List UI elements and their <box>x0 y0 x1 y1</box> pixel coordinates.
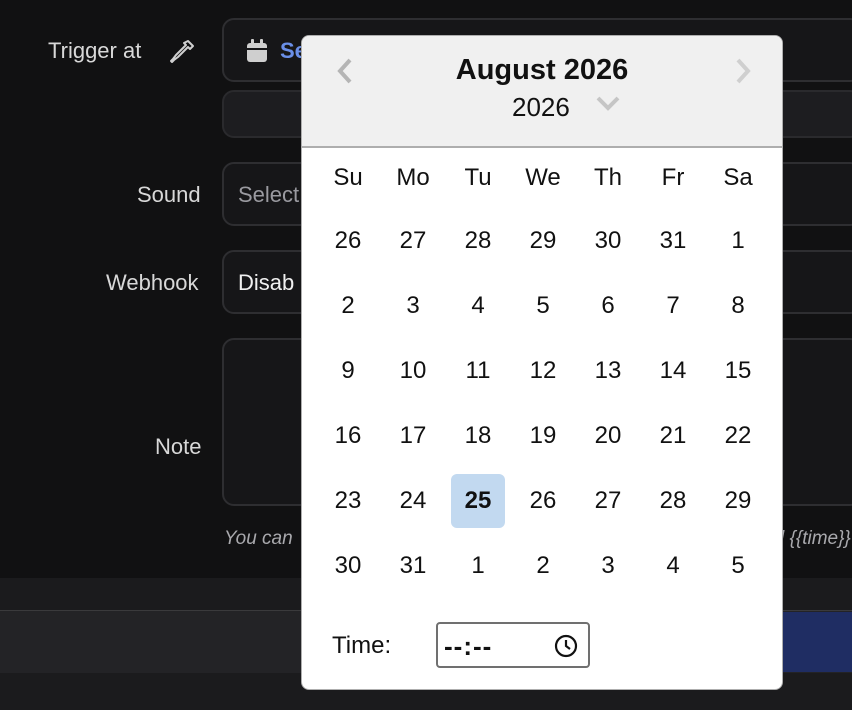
day-cell[interactable]: 15 <box>711 344 765 398</box>
day-cell[interactable]: 1 <box>711 214 765 268</box>
day-cell[interactable]: 1 <box>451 539 505 593</box>
day-cell[interactable]: 8 <box>711 279 765 333</box>
day-cell[interactable]: 29 <box>516 214 570 268</box>
day-cell[interactable]: 3 <box>581 539 635 593</box>
day-cell[interactable]: 2 <box>516 539 570 593</box>
day-cell[interactable]: 5 <box>516 279 570 333</box>
eyedropper-icon[interactable] <box>168 38 196 66</box>
sound-select-value: Select <box>238 182 300 207</box>
day-cell[interactable]: 17 <box>386 409 440 463</box>
day-cell[interactable]: 9 <box>321 344 375 398</box>
weekday-su: Su <box>333 164 363 191</box>
weekday-fr: Fr <box>661 164 685 191</box>
time-input-value: --:-- <box>444 631 493 661</box>
day-cell[interactable]: 22 <box>711 409 765 463</box>
day-cell[interactable]: 28 <box>451 214 505 268</box>
day-cell[interactable]: 20 <box>581 409 635 463</box>
weekday-th: Th <box>593 164 622 191</box>
day-cell[interactable]: 16 <box>321 409 375 463</box>
day-cell[interactable]: 4 <box>451 279 505 333</box>
day-cell[interactable]: 30 <box>321 539 375 593</box>
day-cell[interactable]: 5 <box>711 539 765 593</box>
webhook-label: Webhook <box>106 270 199 295</box>
day-cell[interactable]: 4 <box>646 539 700 593</box>
date-picker-header: August 2026 2026 <box>302 36 782 148</box>
day-cell[interactable]: 2 <box>321 279 375 333</box>
note-label: Note <box>155 434 202 459</box>
sound-label: Sound <box>137 182 201 207</box>
day-cell[interactable]: 31 <box>646 214 700 268</box>
day-cell[interactable]: 23 <box>321 474 375 528</box>
day-cell-selected[interactable]: 25 <box>451 474 505 528</box>
day-cell[interactable]: 29 <box>711 474 765 528</box>
day-cell[interactable]: 19 <box>516 409 570 463</box>
day-cell[interactable]: 6 <box>581 279 635 333</box>
day-cell[interactable]: 10 <box>386 344 440 398</box>
year-select[interactable]: 2026 <box>512 92 570 123</box>
calendar-icon <box>247 39 267 62</box>
weekday-we: We <box>525 164 561 191</box>
day-cell[interactable]: 13 <box>581 344 635 398</box>
day-cell[interactable]: 31 <box>386 539 440 593</box>
date-picker-popup: August 2026 2026 Su Mo Tu We Th Fr Sa 26… <box>301 35 783 690</box>
weekday-sa: Sa <box>723 164 753 191</box>
day-cell[interactable]: 18 <box>451 409 505 463</box>
day-cell[interactable]: 27 <box>581 474 635 528</box>
day-cell[interactable]: 3 <box>386 279 440 333</box>
note-hint-left: You can <box>224 528 293 549</box>
day-cell[interactable]: 28 <box>646 474 700 528</box>
day-cell[interactable]: 7 <box>646 279 700 333</box>
month-title: August 2026 <box>455 54 629 86</box>
day-cell[interactable]: 14 <box>646 344 700 398</box>
day-cell[interactable]: 30 <box>581 214 635 268</box>
day-cell[interactable]: 24 <box>386 474 440 528</box>
clock-icon[interactable] <box>554 634 578 658</box>
day-cell[interactable]: 26 <box>321 214 375 268</box>
time-input[interactable]: --:-- <box>436 622 590 668</box>
day-cell[interactable]: 27 <box>386 214 440 268</box>
day-cell[interactable]: 26 <box>516 474 570 528</box>
trigger-at-label: Trigger at <box>48 38 142 63</box>
weekday-mo: Mo <box>396 164 430 191</box>
day-cell[interactable]: 11 <box>451 344 505 398</box>
webhook-select-value: Disab <box>238 270 295 295</box>
chevron-down-icon[interactable] <box>594 92 622 116</box>
next-month-icon[interactable] <box>730 56 756 86</box>
note-hint-right: l {{time}} <box>780 528 851 549</box>
weekday-tu: Tu <box>464 164 492 191</box>
day-cell[interactable]: 21 <box>646 409 700 463</box>
time-label: Time: <box>332 632 392 659</box>
day-cell[interactable]: 12 <box>516 344 570 398</box>
